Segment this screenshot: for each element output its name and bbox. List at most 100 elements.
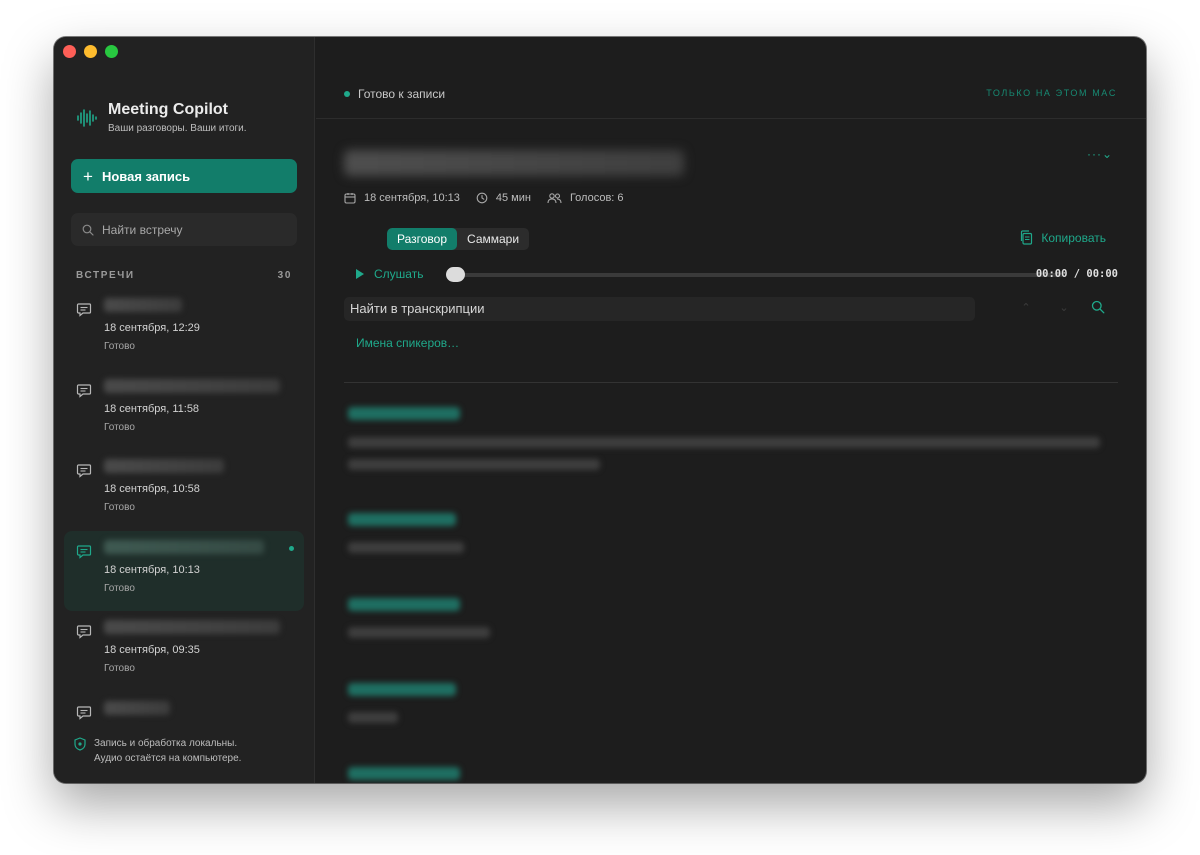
meeting-item[interactable]: 18 сентября, 10:58 Готово	[64, 450, 304, 531]
people-icon	[547, 193, 562, 204]
meeting-item[interactable]: 18 сентября, 09:35 Готово	[64, 611, 304, 692]
meeting-title	[104, 620, 280, 634]
meeting-title	[104, 378, 280, 393]
view-tabs: Разговор Саммари	[387, 228, 530, 250]
new-recording-button[interactable]: + Новая запись	[71, 159, 297, 193]
meeting-date: 18 сентября, 12:29	[104, 322, 200, 334]
speaker-names-button[interactable]: Имена спикеров…	[356, 336, 459, 350]
tab-summary[interactable]: Саммари	[457, 228, 529, 250]
meeting-item[interactable]	[64, 692, 304, 722]
segment-speaker	[348, 513, 456, 526]
meeting-item[interactable]: 18 сентября, 11:58 Готово	[64, 370, 304, 451]
next-match-button[interactable]: ⌄	[1056, 301, 1072, 317]
sidebar: Meeting Copilot Ваши разговоры. Ваши ито…	[54, 37, 315, 783]
status-dot	[344, 91, 350, 97]
listen-button[interactable]: Слушать	[356, 267, 423, 281]
segment-text	[348, 459, 600, 470]
meeting-title	[104, 539, 264, 554]
meeting-search-input[interactable]: Найти встречу	[71, 213, 297, 246]
recording-meta: 18 сентября, 10:13 45 мин Голосов: 6	[344, 192, 640, 204]
new-recording-label: Новая запись	[101, 168, 191, 184]
playback-time: 00:00 / 00:00	[1035, 268, 1118, 280]
segment-speaker	[348, 598, 460, 611]
meetings-count: 30	[277, 270, 292, 281]
meeting-status: Готово	[104, 341, 135, 352]
audio-player: Слушать 00:00 / 00:00	[356, 267, 1118, 283]
meeting-date: 18 сентября, 10:13	[104, 563, 200, 576]
recording-duration-text: 45 мин	[495, 192, 531, 204]
recording-title	[344, 150, 684, 176]
minimize-window-button[interactable]	[84, 45, 97, 58]
copy-button[interactable]: Копировать	[1020, 230, 1106, 245]
chat-icon	[76, 464, 92, 478]
meeting-status: Готово	[104, 502, 135, 513]
segment-text	[348, 712, 398, 723]
waveform-icon	[77, 108, 97, 127]
meeting-item-active[interactable]: 18 сентября, 10:13 Готово	[64, 530, 304, 611]
privacy-note-line2: Аудио остаётся на компьютере.	[94, 753, 242, 764]
meeting-title	[104, 459, 224, 473]
playback-track[interactable]	[456, 273, 1063, 277]
segment-text	[348, 627, 490, 638]
unread-dot	[289, 545, 294, 551]
close-window-button[interactable]	[63, 45, 76, 58]
meetings-section-label: ВСТРЕЧИ	[76, 270, 135, 281]
plus-icon: +	[83, 166, 93, 186]
tab-conversation[interactable]: Разговор	[387, 228, 458, 250]
meeting-date: 18 сентября, 11:58	[104, 402, 200, 415]
copy-label: Копировать	[1041, 230, 1106, 245]
meeting-status: Готово	[104, 421, 135, 433]
chat-icon	[76, 705, 92, 720]
meetings-header: ВСТРЕЧИ 30	[76, 270, 292, 281]
meeting-search-placeholder: Найти встречу	[102, 222, 183, 237]
meeting-item[interactable]: 18 сентября, 12:29 Готово	[64, 289, 304, 370]
segment-text	[348, 542, 464, 553]
chat-icon	[76, 625, 92, 639]
play-icon	[356, 269, 364, 279]
copy-icon	[1021, 230, 1033, 245]
meeting-title	[104, 700, 170, 715]
previous-match-button[interactable]: ⌃	[1018, 301, 1034, 317]
search-icon	[82, 224, 94, 236]
meeting-title	[104, 298, 182, 312]
app-window: Meeting Copilot Ваши разговоры. Ваши ито…	[54, 37, 1146, 783]
meeting-status: Готово	[104, 663, 135, 674]
meetings-list: 18 сентября, 12:29 Готово 18 сентября, 1…	[64, 289, 304, 722]
window-controls	[63, 45, 118, 58]
segment-speaker	[348, 767, 460, 780]
chat-icon	[76, 544, 92, 559]
recording-date: 18 сентября, 10:13	[344, 192, 460, 204]
playback-scrubber[interactable]	[446, 267, 465, 282]
calendar-icon	[344, 193, 356, 204]
top-bar: Готово к записи ТОЛЬКО НА ЭТОМ MAC	[316, 37, 1146, 119]
listen-label: Слушать	[374, 267, 424, 281]
privacy-badge: ТОЛЬКО НА ЭТОМ MAC	[986, 88, 1117, 98]
brand: Meeting Copilot Ваши разговоры. Ваши ито…	[76, 101, 247, 134]
recorder-status: Готово к записи	[344, 87, 445, 101]
more-options-button[interactable]: ···⌄	[1087, 147, 1113, 161]
chat-icon	[76, 303, 92, 317]
privacy-note-line1: Запись и обработка локальны.	[94, 738, 238, 749]
app-subtitle: Ваши разговоры. Ваши итоги.	[108, 123, 247, 134]
meeting-date: 18 сентября, 10:58	[104, 483, 200, 495]
segment-speaker	[348, 683, 456, 696]
divider	[344, 382, 1118, 383]
segment-speaker	[348, 407, 460, 420]
meeting-date: 18 сентября, 09:35	[104, 644, 200, 656]
meeting-status: Готово	[104, 582, 135, 594]
recording-voices-text: Голосов: 6	[569, 192, 624, 204]
main-content: Готово к записи ТОЛЬКО НА ЭТОМ MAC ···⌄ …	[316, 37, 1146, 783]
recorder-status-text: Готово к записи	[358, 87, 446, 101]
chat-icon	[76, 383, 92, 398]
search-icon[interactable]	[1091, 300, 1105, 314]
recording-voices: Голосов: 6	[547, 192, 624, 204]
recording-date-text: 18 сентября, 10:13	[364, 192, 460, 204]
zoom-window-button[interactable]	[105, 45, 118, 58]
privacy-note: Запись и обработка локальны. Аудио остаё…	[74, 736, 241, 766]
shield-icon	[74, 737, 86, 751]
app-title: Meeting Copilot	[108, 101, 228, 118]
transcript-search-input[interactable]: Найти в транскрипции	[344, 297, 975, 321]
segment-text	[348, 437, 1100, 448]
recording-duration: 45 мин	[476, 192, 531, 204]
clock-icon	[476, 192, 488, 204]
